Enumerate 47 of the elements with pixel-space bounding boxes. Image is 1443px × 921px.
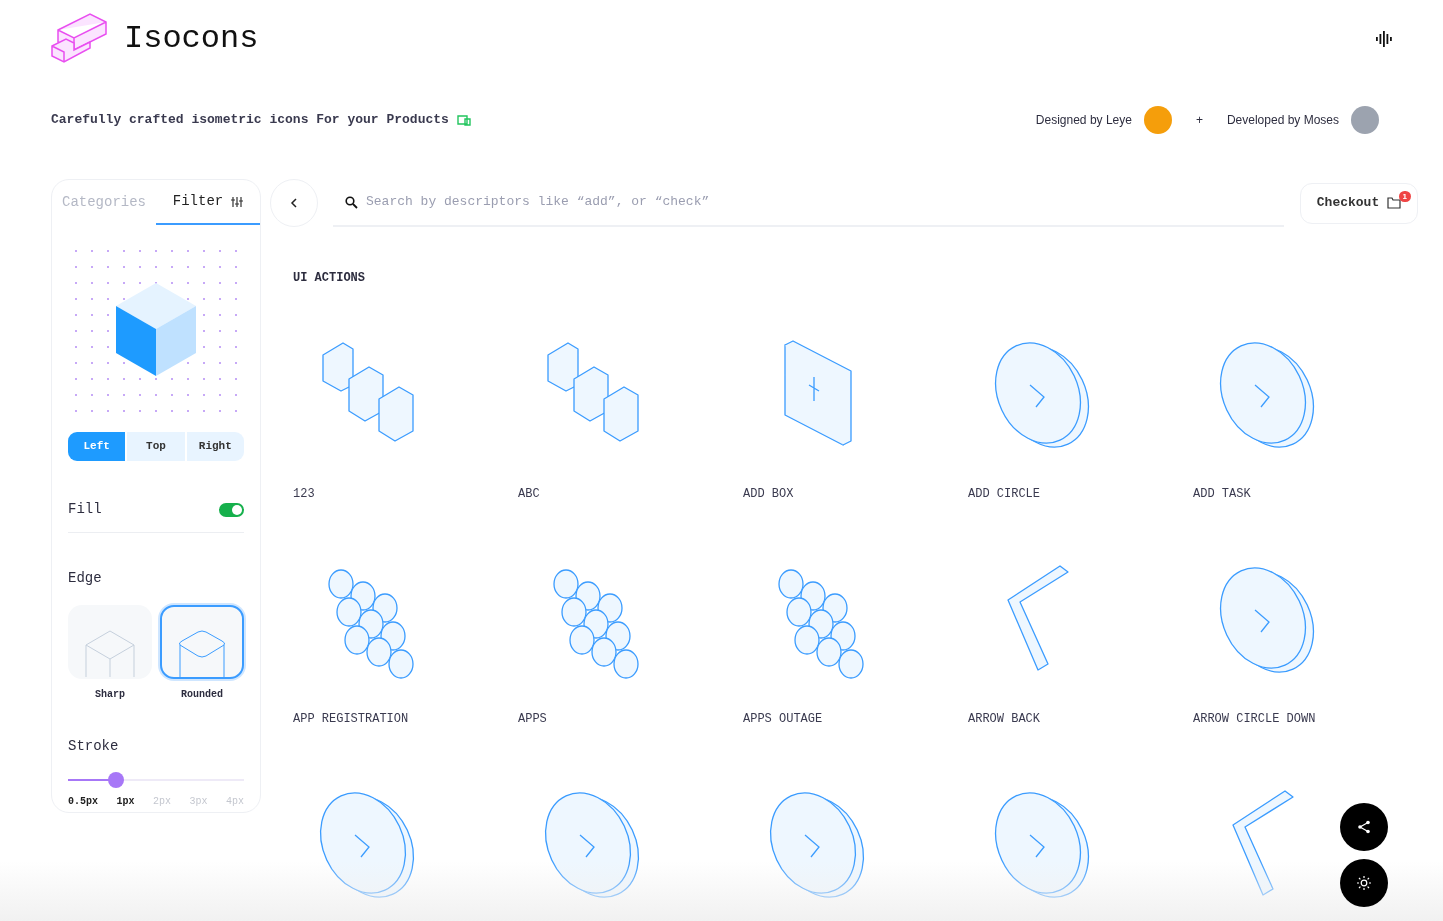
theme-button[interactable] [1340, 859, 1388, 907]
edge-option[interactable] [160, 605, 244, 679]
icon-name[interactable]: APPS [518, 710, 743, 728]
icon-name[interactable]: ADD CIRCLE [968, 485, 1193, 503]
stroke-label: Stroke [68, 737, 120, 756]
stroke-tick-label: 1px [116, 795, 135, 809]
icon-name[interactable]: ADD TASK [1193, 485, 1418, 503]
sun-icon [1357, 876, 1371, 890]
tagline: Carefully crafted isometric icons For your Products [51, 111, 449, 130]
avatar [1143, 106, 1172, 134]
share-button[interactable] [1340, 803, 1388, 851]
section-heading: UI ACTIONS [293, 270, 366, 287]
stroke-tick-label: 3px [189, 795, 208, 809]
devices-icon [456, 114, 471, 126]
chevron-left-icon [290, 198, 298, 208]
view-toggle[interactable]: Right [186, 432, 244, 461]
search-icon [345, 195, 358, 209]
panel-tab[interactable]: Filter [156, 180, 260, 225]
plus-sign: + [1194, 112, 1204, 129]
icon-name[interactable]: APP REGISTRATION [293, 710, 518, 728]
fill-switch[interactable] [219, 502, 244, 517]
stroke-tick-label: 0.5px [68, 795, 98, 809]
checkout-button[interactable]: Checkout 1 [1300, 182, 1418, 224]
edge-option-label: Rounded [181, 688, 223, 702]
cart-count-badge: 1 [1398, 190, 1411, 202]
stroke-slider-thumb[interactable] [107, 772, 124, 788]
stroke-tick-label: 2px [152, 795, 171, 809]
share-icon [1357, 820, 1371, 834]
sound-wave-icon[interactable] [1375, 31, 1393, 47]
icon-name[interactable]: 123 [293, 485, 518, 503]
stroke-tick-label: 4px [225, 795, 244, 809]
credit-text: Developed by Moses [1226, 112, 1339, 129]
edge-label: Edge [68, 569, 103, 588]
icon-name[interactable]: ABC [518, 485, 743, 503]
app-title: Isocons [124, 19, 259, 59]
folder-icon [1387, 197, 1402, 209]
icon-name[interactable]: ARROW BACK [968, 710, 1193, 728]
icon-name[interactable]: ADD BOX [743, 485, 968, 503]
credit-text: Designed by Leye [1035, 112, 1132, 129]
icon-name[interactable]: ARROW CIRCLE DOWN [1193, 710, 1418, 728]
edge-option-label: Sharp [95, 688, 125, 702]
fill-label: Fill [68, 500, 102, 519]
icon-name[interactable]: APPS OUTAGE [743, 710, 968, 728]
search-input[interactable]: Search by descriptors like “add”, or “check” [366, 192, 1272, 212]
view-toggle[interactable]: Top [127, 432, 185, 461]
avatar [1351, 106, 1379, 134]
sliders-icon [231, 195, 244, 208]
